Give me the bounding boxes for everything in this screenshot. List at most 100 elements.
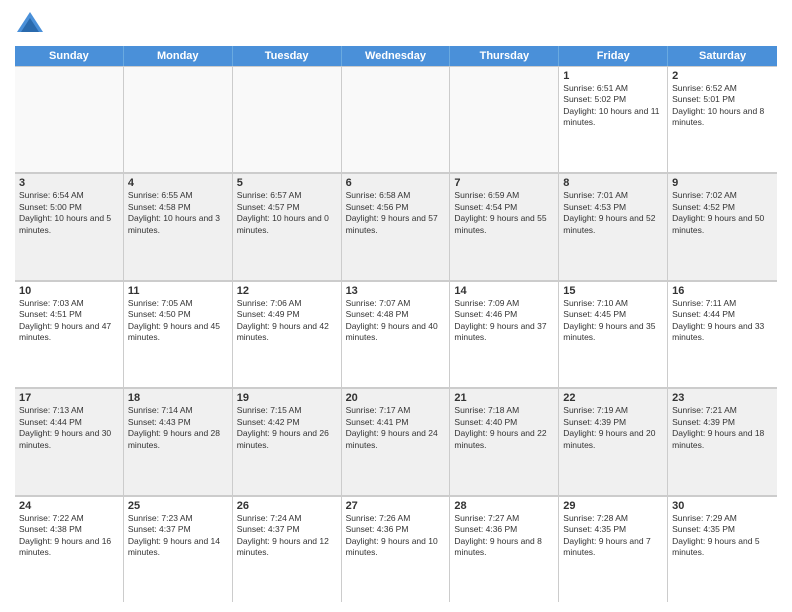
calendar-cell: 30Sunrise: 7:29 AM Sunset: 4:35 PM Dayli… [668, 496, 777, 602]
calendar-row-3: 10Sunrise: 7:03 AM Sunset: 4:51 PM Dayli… [15, 281, 777, 388]
day-info: Sunrise: 6:52 AM Sunset: 5:01 PM Dayligh… [672, 83, 773, 129]
day-info: Sunrise: 7:13 AM Sunset: 4:44 PM Dayligh… [19, 405, 119, 451]
calendar-cell: 1Sunrise: 6:51 AM Sunset: 5:02 PM Daylig… [559, 66, 668, 172]
day-info: Sunrise: 7:22 AM Sunset: 4:38 PM Dayligh… [19, 513, 119, 559]
day-number: 6 [346, 177, 446, 189]
day-info: Sunrise: 6:51 AM Sunset: 5:02 PM Dayligh… [563, 83, 663, 129]
page: SundayMondayTuesdayWednesdayThursdayFrid… [0, 0, 792, 612]
day-info: Sunrise: 7:21 AM Sunset: 4:39 PM Dayligh… [672, 405, 773, 451]
day-number: 11 [128, 285, 228, 297]
calendar-cell [450, 66, 559, 172]
day-number: 5 [237, 177, 337, 189]
day-number: 24 [19, 500, 119, 512]
day-info: Sunrise: 7:14 AM Sunset: 4:43 PM Dayligh… [128, 405, 228, 451]
calendar-cell: 3Sunrise: 6:54 AM Sunset: 5:00 PM Daylig… [15, 173, 124, 279]
calendar: SundayMondayTuesdayWednesdayThursdayFrid… [15, 46, 777, 602]
day-number: 9 [672, 177, 773, 189]
day-info: Sunrise: 7:02 AM Sunset: 4:52 PM Dayligh… [672, 190, 773, 236]
day-info: Sunrise: 6:59 AM Sunset: 4:54 PM Dayligh… [454, 190, 554, 236]
header-day-thursday: Thursday [450, 46, 559, 66]
day-number: 29 [563, 500, 663, 512]
day-number: 17 [19, 392, 119, 404]
day-number: 21 [454, 392, 554, 404]
calendar-cell: 27Sunrise: 7:26 AM Sunset: 4:36 PM Dayli… [342, 496, 451, 602]
day-info: Sunrise: 7:27 AM Sunset: 4:36 PM Dayligh… [454, 513, 554, 559]
day-number: 10 [19, 285, 119, 297]
calendar-cell: 26Sunrise: 7:24 AM Sunset: 4:37 PM Dayli… [233, 496, 342, 602]
day-info: Sunrise: 7:19 AM Sunset: 4:39 PM Dayligh… [563, 405, 663, 451]
day-info: Sunrise: 7:17 AM Sunset: 4:41 PM Dayligh… [346, 405, 446, 451]
day-info: Sunrise: 7:05 AM Sunset: 4:50 PM Dayligh… [128, 298, 228, 344]
day-number: 30 [672, 500, 773, 512]
calendar-cell: 29Sunrise: 7:28 AM Sunset: 4:35 PM Dayli… [559, 496, 668, 602]
day-number: 3 [19, 177, 119, 189]
day-number: 25 [128, 500, 228, 512]
calendar-cell: 16Sunrise: 7:11 AM Sunset: 4:44 PM Dayli… [668, 281, 777, 387]
day-info: Sunrise: 7:23 AM Sunset: 4:37 PM Dayligh… [128, 513, 228, 559]
calendar-cell: 13Sunrise: 7:07 AM Sunset: 4:48 PM Dayli… [342, 281, 451, 387]
header [15, 10, 777, 40]
day-number: 28 [454, 500, 554, 512]
calendar-cell: 18Sunrise: 7:14 AM Sunset: 4:43 PM Dayli… [124, 388, 233, 494]
calendar-row-5: 24Sunrise: 7:22 AM Sunset: 4:38 PM Dayli… [15, 496, 777, 602]
day-number: 20 [346, 392, 446, 404]
calendar-cell: 12Sunrise: 7:06 AM Sunset: 4:49 PM Dayli… [233, 281, 342, 387]
day-info: Sunrise: 7:06 AM Sunset: 4:49 PM Dayligh… [237, 298, 337, 344]
calendar-cell: 28Sunrise: 7:27 AM Sunset: 4:36 PM Dayli… [450, 496, 559, 602]
day-number: 7 [454, 177, 554, 189]
day-info: Sunrise: 7:26 AM Sunset: 4:36 PM Dayligh… [346, 513, 446, 559]
logo [15, 10, 49, 40]
calendar-cell [233, 66, 342, 172]
calendar-body: 1Sunrise: 6:51 AM Sunset: 5:02 PM Daylig… [15, 66, 777, 602]
header-day-tuesday: Tuesday [233, 46, 342, 66]
header-day-friday: Friday [559, 46, 668, 66]
calendar-cell: 20Sunrise: 7:17 AM Sunset: 4:41 PM Dayli… [342, 388, 451, 494]
calendar-cell [342, 66, 451, 172]
calendar-cell: 23Sunrise: 7:21 AM Sunset: 4:39 PM Dayli… [668, 388, 777, 494]
calendar-cell: 4Sunrise: 6:55 AM Sunset: 4:58 PM Daylig… [124, 173, 233, 279]
day-number: 15 [563, 285, 663, 297]
day-number: 16 [672, 285, 773, 297]
day-info: Sunrise: 7:07 AM Sunset: 4:48 PM Dayligh… [346, 298, 446, 344]
day-info: Sunrise: 6:54 AM Sunset: 5:00 PM Dayligh… [19, 190, 119, 236]
calendar-cell: 14Sunrise: 7:09 AM Sunset: 4:46 PM Dayli… [450, 281, 559, 387]
calendar-cell: 19Sunrise: 7:15 AM Sunset: 4:42 PM Dayli… [233, 388, 342, 494]
day-number: 18 [128, 392, 228, 404]
day-info: Sunrise: 7:15 AM Sunset: 4:42 PM Dayligh… [237, 405, 337, 451]
calendar-header: SundayMondayTuesdayWednesdayThursdayFrid… [15, 46, 777, 66]
logo-icon [15, 10, 45, 40]
day-info: Sunrise: 7:01 AM Sunset: 4:53 PM Dayligh… [563, 190, 663, 236]
day-number: 19 [237, 392, 337, 404]
day-number: 14 [454, 285, 554, 297]
day-info: Sunrise: 7:03 AM Sunset: 4:51 PM Dayligh… [19, 298, 119, 344]
day-number: 23 [672, 392, 773, 404]
day-number: 22 [563, 392, 663, 404]
calendar-cell: 10Sunrise: 7:03 AM Sunset: 4:51 PM Dayli… [15, 281, 124, 387]
day-info: Sunrise: 6:55 AM Sunset: 4:58 PM Dayligh… [128, 190, 228, 236]
calendar-cell: 21Sunrise: 7:18 AM Sunset: 4:40 PM Dayli… [450, 388, 559, 494]
header-day-monday: Monday [124, 46, 233, 66]
day-info: Sunrise: 7:24 AM Sunset: 4:37 PM Dayligh… [237, 513, 337, 559]
day-info: Sunrise: 7:09 AM Sunset: 4:46 PM Dayligh… [454, 298, 554, 344]
calendar-cell: 25Sunrise: 7:23 AM Sunset: 4:37 PM Dayli… [124, 496, 233, 602]
calendar-row-1: 1Sunrise: 6:51 AM Sunset: 5:02 PM Daylig… [15, 66, 777, 173]
day-info: Sunrise: 7:10 AM Sunset: 4:45 PM Dayligh… [563, 298, 663, 344]
header-day-saturday: Saturday [668, 46, 777, 66]
calendar-cell: 24Sunrise: 7:22 AM Sunset: 4:38 PM Dayli… [15, 496, 124, 602]
calendar-cell: 22Sunrise: 7:19 AM Sunset: 4:39 PM Dayli… [559, 388, 668, 494]
day-number: 4 [128, 177, 228, 189]
day-number: 13 [346, 285, 446, 297]
calendar-cell: 5Sunrise: 6:57 AM Sunset: 4:57 PM Daylig… [233, 173, 342, 279]
calendar-cell [15, 66, 124, 172]
calendar-row-4: 17Sunrise: 7:13 AM Sunset: 4:44 PM Dayli… [15, 388, 777, 495]
calendar-cell: 9Sunrise: 7:02 AM Sunset: 4:52 PM Daylig… [668, 173, 777, 279]
day-info: Sunrise: 7:11 AM Sunset: 4:44 PM Dayligh… [672, 298, 773, 344]
header-day-sunday: Sunday [15, 46, 124, 66]
day-info: Sunrise: 7:28 AM Sunset: 4:35 PM Dayligh… [563, 513, 663, 559]
day-number: 27 [346, 500, 446, 512]
calendar-cell: 7Sunrise: 6:59 AM Sunset: 4:54 PM Daylig… [450, 173, 559, 279]
calendar-row-2: 3Sunrise: 6:54 AM Sunset: 5:00 PM Daylig… [15, 173, 777, 280]
header-day-wednesday: Wednesday [342, 46, 451, 66]
day-number: 2 [672, 70, 773, 82]
day-info: Sunrise: 7:29 AM Sunset: 4:35 PM Dayligh… [672, 513, 773, 559]
